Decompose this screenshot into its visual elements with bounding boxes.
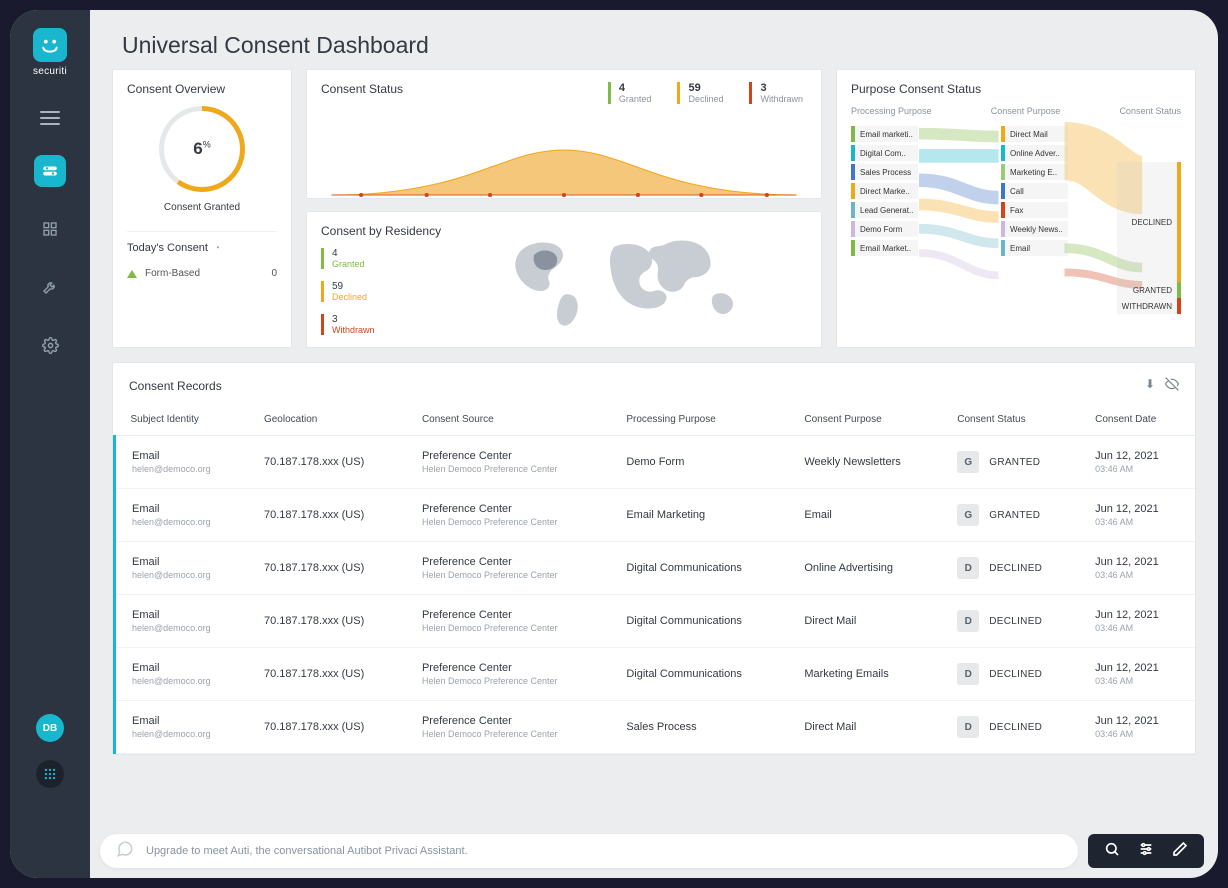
nav-settings-icon[interactable] xyxy=(34,329,66,361)
declined-label: Declined xyxy=(688,94,723,104)
sankey-node: Online Adver.. xyxy=(1001,145,1068,161)
sankey-node: Email marketi.. xyxy=(851,126,918,142)
consent-gauge: 6% xyxy=(159,106,245,192)
sankey-node: Weekly News.. xyxy=(1001,221,1068,237)
assistant-bar[interactable]: Upgrade to meet Auti, the conversational… xyxy=(100,834,1078,868)
user-avatar[interactable]: DB xyxy=(36,714,64,742)
table-row[interactable]: Emailhelen@democo.org70.187.178.xxx (US)… xyxy=(115,436,1196,489)
form-based-value: 0 xyxy=(271,268,277,279)
sankey-node: Fax xyxy=(1001,202,1068,218)
sankey-col1-header: Processing Purpose xyxy=(851,106,932,116)
consent-residency-card: Consent by Residency 4Granted 59Declined… xyxy=(306,211,822,348)
table-header[interactable]: Geolocation xyxy=(254,404,412,436)
sankey-node: WITHDRAWN xyxy=(1117,298,1181,314)
overview-title: Consent Overview xyxy=(127,82,277,96)
granted-label: Granted xyxy=(619,94,652,104)
withdrawn-count: 3 xyxy=(760,82,803,94)
form-based-label: Form-Based xyxy=(145,268,200,279)
world-map xyxy=(461,224,807,335)
nav-tools-icon[interactable] xyxy=(34,271,66,303)
residency-title: Consent by Residency xyxy=(321,224,441,238)
declined-count: 59 xyxy=(688,82,723,94)
gauge-value: 6 xyxy=(193,139,202,158)
sankey-node: Email xyxy=(1001,240,1068,256)
table-header[interactable]: Subject Identity xyxy=(115,404,254,436)
brand-name: securiti xyxy=(33,66,67,77)
records-table: Subject IdentityGeolocationConsent Sourc… xyxy=(113,404,1195,754)
table-row[interactable]: Emailhelen@democo.org70.187.178.xxx (US)… xyxy=(115,648,1196,701)
sankey-node: Demo Form xyxy=(851,221,918,237)
granted-count: 4 xyxy=(619,82,652,94)
res-declined-count: 59 xyxy=(332,281,441,292)
brand-logo[interactable]: securiti xyxy=(33,28,67,77)
table-header[interactable]: Consent Purpose xyxy=(794,404,947,436)
sankey-node: Marketing E.. xyxy=(1001,164,1068,180)
nav-consent-icon[interactable] xyxy=(34,155,66,187)
today-consent-title: Today's Consent xyxy=(127,242,208,254)
sankey-node: GRANTED xyxy=(1117,282,1181,298)
sankey-col2-header: Consent Purpose xyxy=(991,106,1061,116)
table-row[interactable]: Emailhelen@democo.org70.187.178.xxx (US)… xyxy=(115,595,1196,648)
res-withdrawn-label: Withdrawn xyxy=(332,325,441,335)
sankey-node: Lead Generat.. xyxy=(851,202,918,218)
gauge-unit: % xyxy=(203,139,211,149)
table-header[interactable]: Consent Status xyxy=(947,404,1085,436)
menu-toggle-icon[interactable] xyxy=(40,111,60,125)
gauge-label: Consent Granted xyxy=(164,202,240,213)
res-granted-count: 4 xyxy=(332,248,441,259)
brand-logo-icon xyxy=(33,28,67,62)
sankey-title: Purpose Consent Status xyxy=(851,82,1181,96)
visibility-off-icon[interactable] xyxy=(1165,377,1179,394)
table-header[interactable]: Consent Source xyxy=(412,404,616,436)
table-row[interactable]: Emailhelen@democo.org70.187.178.xxx (US)… xyxy=(115,701,1196,754)
chat-icon xyxy=(116,840,134,863)
apps-grid-icon[interactable] xyxy=(36,760,64,788)
download-icon[interactable]: ⬇ xyxy=(1145,377,1155,394)
res-withdrawn-count: 3 xyxy=(332,314,441,325)
sliders-icon[interactable] xyxy=(1138,841,1154,862)
consent-status-card: Consent Status 4Granted 59Declined 3With… xyxy=(306,69,822,199)
page-title: Universal Consent Dashboard xyxy=(90,10,1218,69)
sankey-diagram: Email marketi.. Digital Com.. Sales Proces… xyxy=(851,122,1181,322)
table-row[interactable]: Emailhelen@democo.org70.187.178.xxx (US)… xyxy=(115,489,1196,542)
sankey-node: Direct Mail xyxy=(1001,126,1068,142)
sankey-node: Email Market.. xyxy=(851,240,918,256)
clock-icon: ◔ xyxy=(214,243,220,254)
sankey-node: Call xyxy=(1001,183,1068,199)
purpose-consent-status-card: Purpose Consent Status Processing Purpos… xyxy=(836,69,1196,348)
sankey-node: Sales Process xyxy=(851,164,918,180)
edit-icon[interactable] xyxy=(1172,841,1188,862)
triangle-up-icon xyxy=(127,270,137,278)
sankey-node: Digital Com.. xyxy=(851,145,918,161)
search-icon[interactable] xyxy=(1104,841,1120,862)
sankey-node: DECLINED xyxy=(1117,162,1181,282)
consent-records-card: Consent Records ⬇ Subject IdentityGeoloc… xyxy=(112,362,1196,755)
table-row[interactable]: Emailhelen@democo.org70.187.178.xxx (US)… xyxy=(115,542,1196,595)
sankey-col3-header: Consent Status xyxy=(1119,106,1181,116)
sankey-node: Direct Marke.. xyxy=(851,183,918,199)
table-header[interactable]: Processing Purpose xyxy=(616,404,794,436)
res-declined-label: Declined xyxy=(332,292,441,302)
res-granted-label: Granted xyxy=(332,259,441,269)
status-area-chart xyxy=(321,140,807,202)
sidebar: securiti DB xyxy=(10,10,90,878)
records-title: Consent Records xyxy=(129,379,222,393)
table-header[interactable]: Consent Date xyxy=(1085,404,1195,436)
nav-dashboard-icon[interactable] xyxy=(34,213,66,245)
withdrawn-label: Withdrawn xyxy=(760,94,803,104)
consent-overview-card: Consent Overview 6% Consent Granted Toda… xyxy=(112,69,292,348)
assistant-prompt: Upgrade to meet Auti, the conversational… xyxy=(146,845,468,857)
footer-tools xyxy=(1088,834,1204,868)
